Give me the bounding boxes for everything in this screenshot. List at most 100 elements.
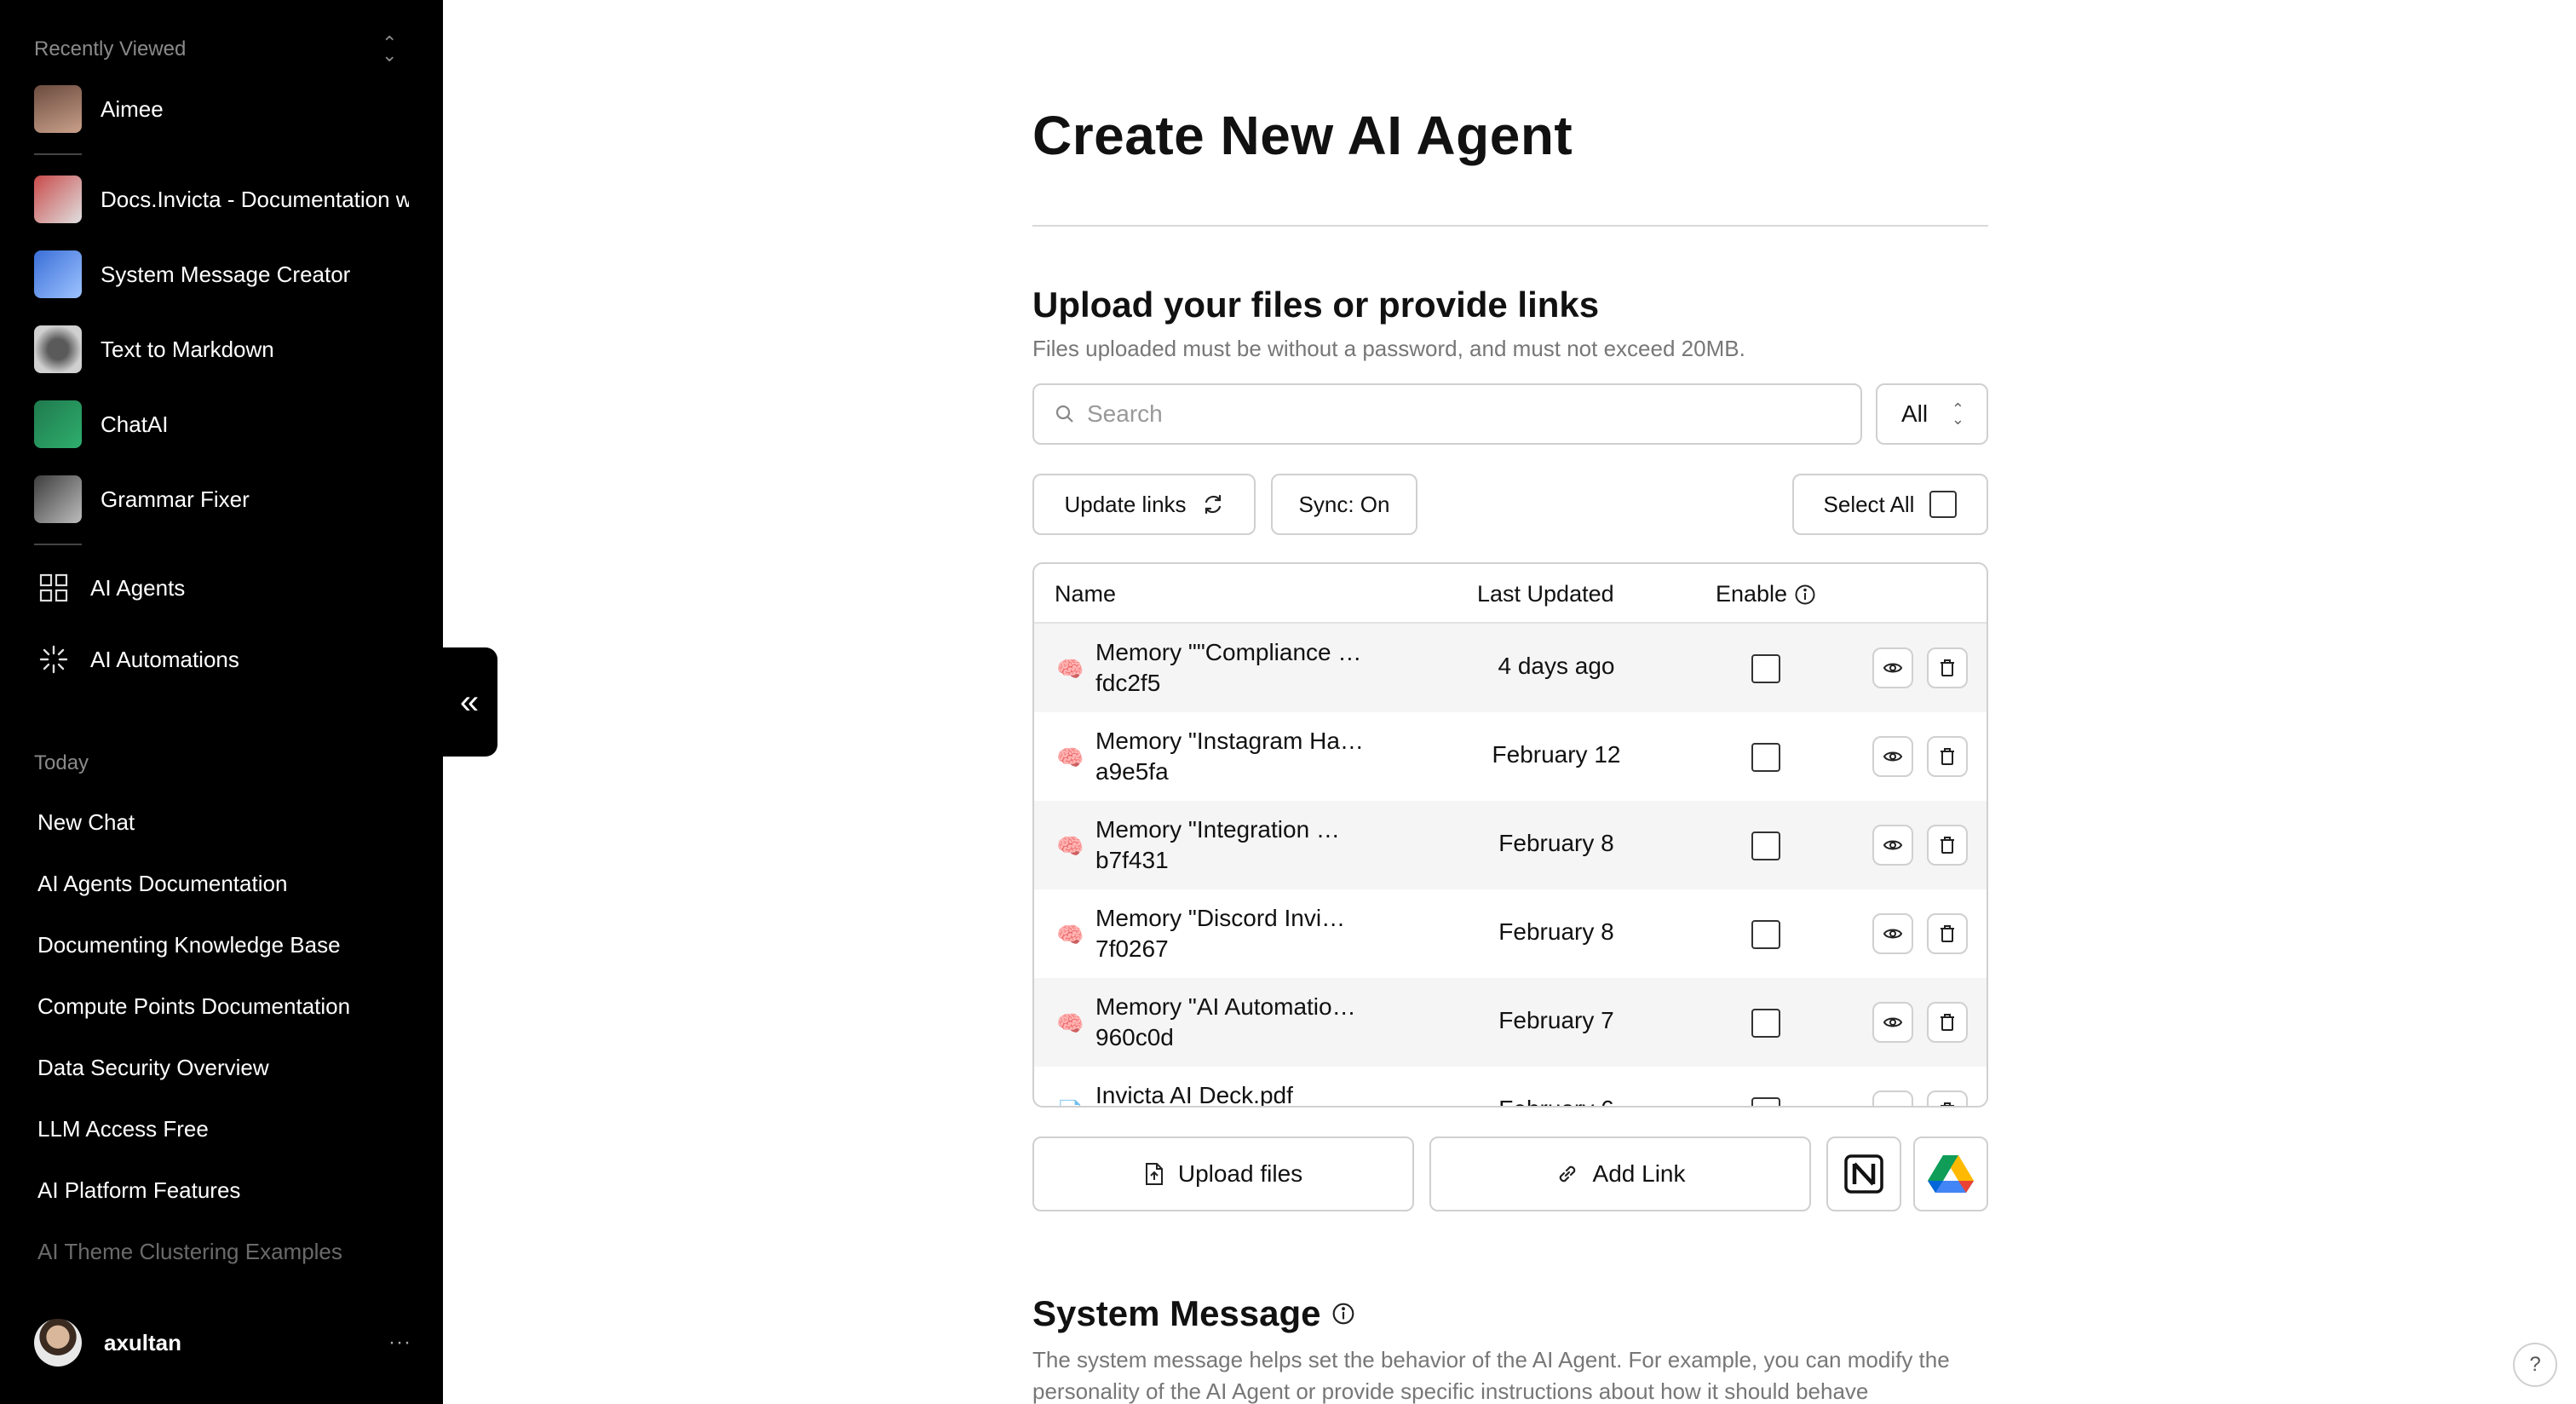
filter-select[interactable]: All ⌃ ⌄	[1876, 383, 1988, 445]
brain-icon: 🧠	[1056, 833, 1084, 859]
recent-item-system-message-creator[interactable]: System Message Creator	[34, 250, 409, 299]
chat-item[interactable]: Data Security Overview	[37, 1055, 269, 1081]
update-links-button[interactable]: Update links	[1032, 474, 1256, 535]
last-updated: February 7	[1498, 1007, 1614, 1033]
file-upload-icon	[1145, 1163, 1163, 1185]
view-button[interactable]	[1872, 736, 1913, 777]
upload-section-subtitle: Files uploaded must be without a passwor…	[1032, 336, 1745, 361]
last-updated: February 12	[1492, 741, 1621, 768]
view-button[interactable]	[1872, 825, 1913, 866]
search-input[interactable]	[1087, 400, 1820, 428]
enable-checkbox[interactable]	[1751, 1097, 1780, 1106]
select-all-checkbox[interactable]	[1929, 491, 1958, 518]
table-row: 🧠 Memory "Integration …b7f431 February 8	[1034, 801, 1987, 889]
recent-item-grammar-fixer[interactable]: Grammar Fixer	[34, 475, 409, 524]
section-title-text: System Message	[1032, 1293, 1321, 1333]
recent-item-docs-invicta[interactable]: Docs.Invicta - Documentation w	[34, 175, 409, 224]
column-header-name[interactable]: Name	[1055, 581, 1116, 607]
table-row: 🧠 Memory ""Compliance …fdc2f5 4 days ago	[1034, 624, 1987, 712]
button-label: Select All	[1823, 491, 1915, 517]
chat-item[interactable]: Compute Points Documentation	[37, 993, 350, 1020]
recent-item-label: System Message Creator	[101, 261, 351, 287]
file-name: Invicta AI Deck.pdf	[1095, 1082, 1293, 1108]
view-button[interactable]	[1872, 1090, 1913, 1106]
trash-icon	[1941, 748, 1954, 765]
delete-button[interactable]	[1927, 913, 1968, 954]
enable-checkbox[interactable]	[1751, 920, 1780, 949]
google-drive-import-button[interactable]	[1913, 1136, 1988, 1211]
collapse-sidebar-button[interactable]: «	[441, 647, 497, 757]
brain-icon: 🧠	[1056, 1010, 1084, 1036]
chat-item[interactable]: AI Platform Features	[37, 1177, 240, 1204]
refresh-icon	[1205, 494, 1221, 515]
recent-item-label: Docs.Invicta - Documentation w	[101, 186, 409, 212]
system-message-title: System Message	[1032, 1293, 1355, 1334]
delete-button[interactable]	[1927, 1090, 1968, 1106]
trash-icon	[1941, 1014, 1954, 1031]
user-profile[interactable]: axultan	[34, 1319, 181, 1367]
notion-import-button[interactable]	[1826, 1136, 1901, 1211]
column-header-last-updated[interactable]: Last Updated	[1477, 581, 1614, 607]
brain-icon: 🧠	[1056, 922, 1084, 947]
last-updated: February 6	[1450, 1096, 1663, 1106]
enable-checkbox[interactable]	[1751, 654, 1780, 683]
chat-item[interactable]: New Chat	[37, 809, 135, 836]
recent-item-label: Text to Markdown	[101, 336, 274, 362]
sync-toggle-button[interactable]: Sync: On	[1271, 474, 1417, 535]
agent-avatar	[34, 475, 82, 523]
last-updated: February 8	[1498, 918, 1614, 945]
more-options-icon[interactable]: ···	[388, 1331, 411, 1355]
view-button[interactable]	[1872, 647, 1913, 688]
eye-icon	[1883, 840, 1903, 850]
eye-icon	[1883, 751, 1903, 762]
chat-item[interactable]: AI Agents Documentation	[37, 871, 287, 897]
enable-checkbox[interactable]	[1751, 743, 1780, 772]
nav-ai-agents[interactable]: AI Agents	[39, 569, 185, 607]
info-icon[interactable]	[1794, 584, 1816, 606]
sidebar: Recently Viewed ⌃ ⌄ Aimee Docs.Invicta - …	[0, 0, 443, 1404]
column-header-enable: Enable	[1716, 581, 1816, 607]
chat-item[interactable]: LLM Access Free	[37, 1116, 209, 1142]
eye-icon	[1883, 1017, 1903, 1027]
nav-label: AI Agents	[90, 574, 186, 601]
link-icon	[1559, 1165, 1575, 1182]
divider	[34, 153, 82, 155]
add-link-button[interactable]: Add Link	[1429, 1136, 1811, 1211]
button-label: Update links	[1064, 491, 1187, 517]
file-name: Memory ""Compliance …fdc2f5	[1095, 639, 1362, 696]
username: axultan	[104, 1329, 182, 1355]
delete-button[interactable]	[1927, 825, 1968, 866]
button-label: Add Link	[1592, 1160, 1686, 1187]
enable-checkbox[interactable]	[1751, 1009, 1780, 1038]
eye-icon	[1883, 663, 1903, 673]
delete-button[interactable]	[1927, 736, 1968, 777]
file-name: Memory "AI Automatio…960c0d	[1095, 993, 1356, 1050]
button-label: Upload files	[1177, 1160, 1303, 1187]
column-header-enable-label: Enable	[1716, 581, 1788, 607]
upload-section-title: Upload your files or provide links	[1032, 285, 1600, 325]
last-updated: 4 days ago	[1498, 653, 1615, 679]
chat-item[interactable]: Documenting Knowledge Base	[37, 932, 341, 958]
sparkle-loader-icon	[39, 645, 68, 674]
chat-item[interactable]: AI Theme Clustering Examples	[37, 1239, 342, 1265]
view-button[interactable]	[1872, 913, 1913, 954]
recent-item-chatai[interactable]: ChatAI	[34, 400, 409, 449]
file-name: Memory "Instagram Ha…a9e5fa	[1095, 728, 1364, 785]
search-icon	[1055, 405, 1073, 423]
info-icon[interactable]	[1331, 1302, 1355, 1326]
select-all-button[interactable]: Select All	[1792, 474, 1988, 535]
view-button[interactable]	[1872, 1002, 1913, 1043]
upload-files-button[interactable]: Upload files	[1032, 1136, 1414, 1211]
delete-button[interactable]	[1927, 1002, 1968, 1043]
sort-toggle-icon[interactable]: ⌃ ⌄	[382, 34, 397, 65]
enable-checkbox[interactable]	[1751, 831, 1780, 860]
help-button[interactable]: ?	[2513, 1343, 2557, 1387]
files-table: Name Last Updated Enable 🧠 Memory ""Comp…	[1032, 562, 1988, 1108]
google-drive-icon	[1928, 1155, 1974, 1193]
delete-button[interactable]	[1927, 647, 1968, 688]
nav-ai-automations[interactable]: AI Automations	[39, 641, 239, 678]
recent-item-label: Grammar Fixer	[101, 486, 250, 512]
recent-item-text-to-markdown[interactable]: Text to Markdown	[34, 325, 409, 374]
table-header: Name Last Updated Enable	[1034, 564, 1987, 624]
recent-item-aimee[interactable]: Aimee	[34, 84, 409, 134]
